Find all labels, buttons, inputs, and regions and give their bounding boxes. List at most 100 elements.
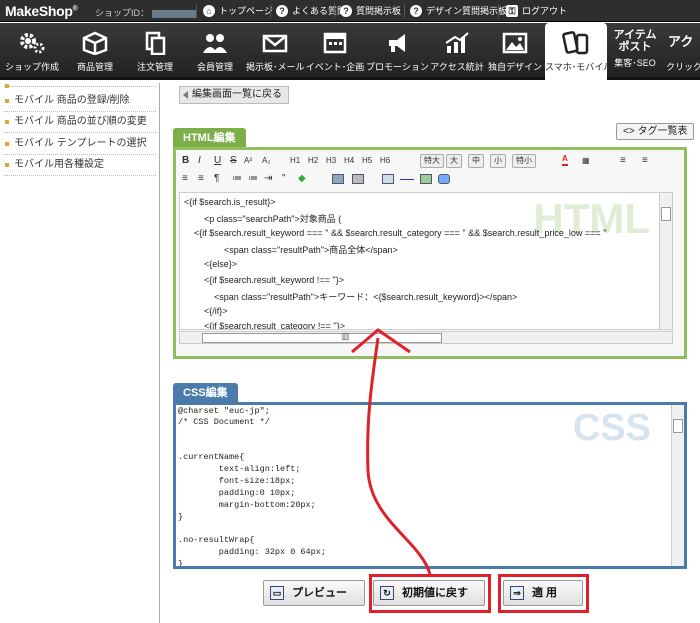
editor-toolbar-row2: ≡ ≡ ¶ ≔ ≔ ⇥ " ◆ bbox=[180, 171, 680, 187]
strikethrough-button[interactable]: S bbox=[230, 153, 237, 169]
click-logo-icon: アク bbox=[668, 34, 694, 49]
subscript-button[interactable]: A₂ bbox=[262, 153, 270, 169]
gears-icon bbox=[20, 33, 45, 54]
html-code-editor[interactable]: HTML <{if $search.is_result}> <p class="… bbox=[179, 192, 673, 330]
picture-icon bbox=[502, 32, 528, 54]
horizontal-rule-icon[interactable] bbox=[400, 179, 414, 180]
underline-button[interactable]: U bbox=[214, 153, 221, 169]
tab-css-edit[interactable]: CSS編集 bbox=[173, 383, 238, 403]
nav-order-management[interactable]: 注文管理 bbox=[126, 23, 184, 80]
envelope-icon bbox=[262, 34, 288, 53]
h3-button[interactable]: H3 bbox=[326, 153, 336, 169]
code-line: <span class="resultPath">キーワード：<{$search… bbox=[184, 292, 518, 302]
users-icon bbox=[203, 34, 227, 53]
sidebar-item-product-register[interactable]: モバイル 商品の登録/削除 bbox=[4, 92, 156, 112]
align-center-button[interactable]: ≡ bbox=[642, 153, 648, 169]
nav-promotion[interactable]: プロモーション bbox=[366, 23, 429, 80]
question-board-link[interactable]: ? 質問掲示板 bbox=[340, 5, 401, 17]
tab-html-edit[interactable]: HTML編集 bbox=[173, 128, 246, 148]
sidebar-item-label: モバイル 商品の登録/削除 bbox=[14, 95, 130, 106]
image-icon[interactable] bbox=[332, 174, 344, 184]
nav-label: 独自デザイン bbox=[487, 62, 542, 72]
nav-label: 集客･SEO bbox=[614, 58, 656, 68]
italic-button[interactable]: I bbox=[198, 153, 201, 169]
faq-link[interactable]: ? よくある質問 bbox=[276, 5, 346, 17]
home-icon: ⌂ bbox=[203, 5, 215, 17]
quote-button[interactable]: " bbox=[282, 171, 286, 187]
question-icon: ? bbox=[410, 5, 422, 17]
css-code-editor[interactable]: CSS @charset "euc-jp"; /* CSS Document *… bbox=[176, 405, 673, 566]
nav-label: イベント･企画 bbox=[305, 62, 365, 72]
paragraph-button[interactable]: ¶ bbox=[214, 171, 219, 187]
nav-product-management[interactable]: 商品管理 bbox=[64, 23, 126, 80]
font-xlarge-button[interactable]: 特大 bbox=[420, 154, 444, 168]
question-icon: ? bbox=[340, 5, 352, 17]
editor-toolbar-row1: B I U S A² A₂ H1 H2 H3 H4 H5 H6 特大 大 中 小… bbox=[180, 153, 680, 169]
tag-list-button[interactable]: <> タグ一覧表 bbox=[616, 123, 695, 140]
nav-access-stats[interactable]: アクセス統計 bbox=[428, 23, 486, 80]
sidebar-item-template-select[interactable]: モバイル テンプレートの選択 bbox=[4, 135, 156, 155]
nav-label: 商品管理 bbox=[76, 62, 113, 72]
insert-object-button[interactable]: ◆ bbox=[298, 171, 306, 187]
nav-smartphone-mobile[interactable]: スマホ･モバイル bbox=[545, 23, 612, 80]
highlight-box-reset bbox=[369, 574, 491, 613]
nav-click[interactable]: アク クリック bbox=[664, 23, 700, 80]
css-vertical-scrollbar[interactable] bbox=[671, 405, 684, 566]
align-left-button[interactable]: ≡ bbox=[620, 153, 626, 169]
html-vertical-scrollbar[interactable] bbox=[659, 193, 672, 329]
h2-button[interactable]: H2 bbox=[308, 153, 318, 169]
font-small-button[interactable]: 小 bbox=[490, 154, 506, 168]
code-line: <{if $search.is_result}> bbox=[184, 197, 276, 207]
design-question-board-link[interactable]: ? デザイン質問掲示板 bbox=[410, 5, 507, 17]
top-page-link[interactable]: ⌂ トップページ bbox=[203, 5, 273, 17]
question-icon: ? bbox=[276, 5, 288, 17]
calendar-icon bbox=[323, 32, 347, 54]
align-justify-button[interactable]: ≡ bbox=[182, 171, 188, 187]
css-watermark: CSS bbox=[572, 407, 651, 449]
megaphone-icon bbox=[389, 34, 405, 52]
preview-button[interactable]: ▭ プレビュー bbox=[263, 580, 365, 606]
logout-link[interactable]: ⚿ ログアウト bbox=[506, 5, 567, 17]
back-to-list-button[interactable]: 編集画面一覧に戻る bbox=[179, 86, 289, 104]
html-horizontal-scrollbar[interactable]: ▥ bbox=[179, 331, 673, 344]
link-icon[interactable] bbox=[352, 174, 364, 184]
preview-source-icon[interactable] bbox=[438, 174, 450, 184]
item-post-logo-icon: アイテム ポスト bbox=[613, 29, 657, 53]
font-xsmall-button[interactable]: 特小 bbox=[512, 154, 536, 168]
mobile-phones-icon bbox=[562, 31, 589, 55]
nav-member-management[interactable]: 会員管理 bbox=[184, 23, 246, 80]
font-large-button[interactable]: 大 bbox=[446, 154, 462, 168]
code-line: <{else}> bbox=[184, 259, 238, 269]
sidebar: モバイル 商品の登録/削除 モバイル 商品の並び順の変更 モバイル テンプレート… bbox=[0, 83, 160, 623]
table-icon[interactable] bbox=[382, 174, 394, 184]
h5-button[interactable]: H5 bbox=[362, 153, 372, 169]
bg-color-button[interactable]: ▦ bbox=[582, 153, 590, 169]
nav-board-mail[interactable]: 掲示板･メール bbox=[246, 23, 305, 80]
insert-block-icon[interactable] bbox=[420, 174, 432, 184]
font-medium-button[interactable]: 中 bbox=[468, 154, 484, 168]
h6-button[interactable]: H6 bbox=[380, 153, 390, 169]
superscript-button[interactable]: A² bbox=[244, 153, 252, 169]
code-line: .currentName{ bbox=[178, 452, 245, 462]
code-line: } bbox=[178, 559, 184, 566]
nav-label: クリック bbox=[666, 62, 700, 72]
bold-button[interactable]: B bbox=[182, 153, 189, 169]
numbered-list-button[interactable]: ≔ bbox=[248, 171, 258, 187]
font-color-button[interactable]: A bbox=[562, 153, 568, 166]
nav-shop-create[interactable]: ショップ作成 bbox=[0, 23, 64, 80]
sidebar-item-mobile-settings[interactable]: モバイル用各種設定 bbox=[4, 156, 156, 176]
align-right-button[interactable]: ≡ bbox=[198, 171, 204, 187]
nav-customer-seo[interactable]: アイテム ポスト 集客･SEO bbox=[608, 23, 662, 80]
sidebar-item-product-order[interactable]: モバイル 商品の並び順の変更 bbox=[4, 113, 156, 133]
bullet-list-button[interactable]: ≔ bbox=[232, 171, 242, 187]
nav-event-planning[interactable]: イベント･企画 bbox=[304, 23, 366, 80]
nav-original-design[interactable]: 独自デザイン bbox=[486, 23, 544, 80]
makeshop-logo[interactable]: MakeShop® bbox=[5, 3, 78, 19]
code-line: <{if $search.result_keyword !== ''}> bbox=[184, 275, 345, 285]
nav-label: 注文管理 bbox=[136, 62, 173, 72]
h4-button[interactable]: H4 bbox=[344, 153, 354, 169]
indent-button[interactable]: ⇥ bbox=[264, 171, 272, 187]
top-bar: MakeShop® ショップID： ⌂ トップページ ? よくある質問 ? 質問掲示板… bbox=[0, 0, 700, 22]
h1-button[interactable]: H1 bbox=[290, 153, 300, 169]
main-nav: ショップ作成 商品管理 注文管理 会員管理 掲示板･メール イベント･企画 プロ… bbox=[0, 23, 700, 80]
